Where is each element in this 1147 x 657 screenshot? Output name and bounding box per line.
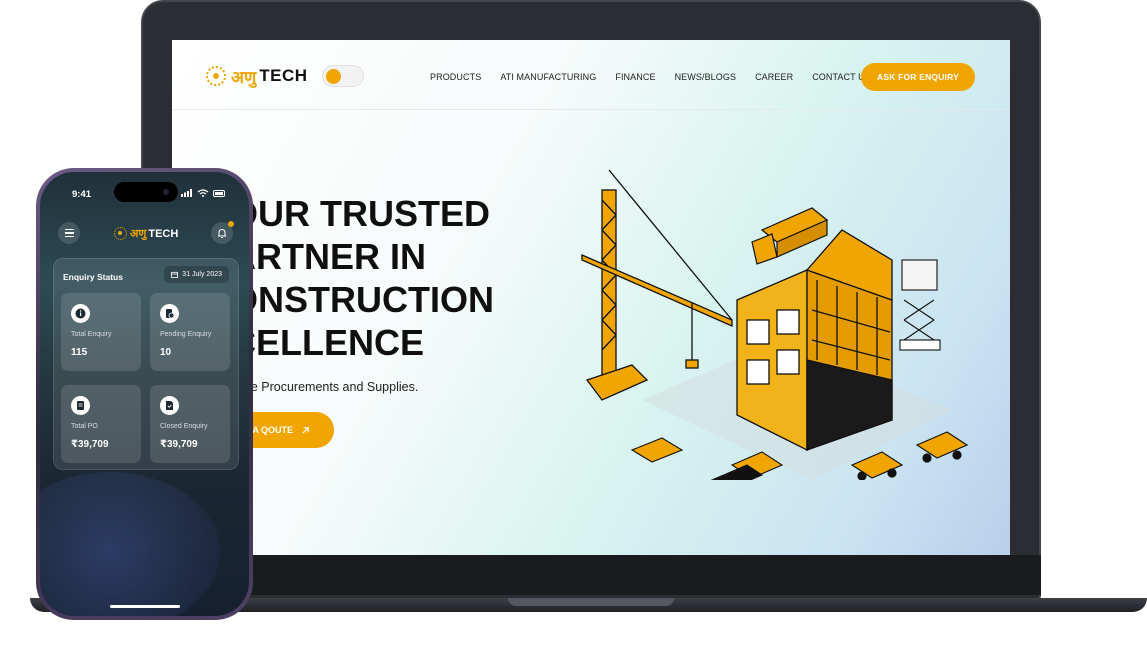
file-check-icon bbox=[160, 396, 179, 415]
home-indicator[interactable] bbox=[110, 605, 180, 608]
hero-subtitle: cture Procurements and Supplies. bbox=[230, 380, 419, 394]
hero-title: OUR TRUSTED ARTNER IN ONSTRUCTION CELLEN… bbox=[230, 192, 530, 364]
signal-icon bbox=[181, 189, 192, 197]
bell-icon bbox=[218, 228, 226, 238]
phone-frame: 9:41 अणु TECH Enquiry Status 31 July 202… bbox=[36, 168, 253, 620]
panel-title: Enquiry Status bbox=[63, 272, 123, 282]
stat-value: 115 bbox=[71, 347, 88, 358]
stat-label: Total Enquiry bbox=[71, 331, 112, 338]
wifi-icon bbox=[197, 189, 209, 197]
stat-card-total-po[interactable]: Total PO ₹39,709 bbox=[61, 385, 141, 463]
dynamic-island bbox=[114, 182, 178, 202]
enquiry-status-panel: Enquiry Status 31 July 2023 Total Enquir… bbox=[53, 258, 239, 470]
nav-link-finance[interactable]: FINANCE bbox=[615, 72, 655, 82]
hero-title-line: CELLENCE bbox=[230, 322, 425, 363]
phone-screen: 9:41 अणु TECH Enquiry Status 31 July 202… bbox=[40, 172, 249, 616]
hero-title-line: OUR TRUSTED bbox=[230, 193, 490, 234]
site-logo[interactable]: अणु TECH bbox=[206, 63, 308, 89]
atom-logo-icon bbox=[114, 227, 127, 240]
sun-icon bbox=[326, 69, 341, 84]
app-logo: अणु TECH bbox=[114, 226, 178, 241]
arrow-up-right-icon bbox=[302, 426, 309, 434]
logo-tech-text: TECH bbox=[259, 66, 308, 85]
app-logo-tech: TECH bbox=[148, 227, 179, 240]
date-label: 31 July 2023 bbox=[182, 271, 222, 278]
laptop-chin bbox=[141, 555, 1041, 595]
hero-title-line: ONSTRUCTION bbox=[230, 279, 494, 320]
app-header: अणु TECH bbox=[40, 220, 249, 248]
hero-title-line: ARTNER IN bbox=[230, 236, 426, 277]
stat-value: ₹39,709 bbox=[160, 439, 198, 450]
stat-value: ₹39,709 bbox=[71, 439, 109, 450]
atom-logo-icon bbox=[206, 66, 226, 86]
app-logo-hindi: अणु bbox=[130, 228, 147, 240]
nav-link-ati-manufacturing[interactable]: ATI MANUFACTURING bbox=[500, 72, 596, 82]
ask-for-enquiry-button[interactable]: ASK FOR ENQUIRY bbox=[861, 63, 975, 91]
construction-illustration bbox=[581, 169, 969, 480]
status-icons bbox=[181, 189, 225, 197]
logo-hindi-text: अणु bbox=[231, 67, 257, 87]
nav-links: PRODUCTS ATI MANUFACTURING FINANCE NEWS/… bbox=[430, 72, 890, 82]
date-selector[interactable]: 31 July 2023 bbox=[164, 266, 229, 283]
stat-card-total-enquiry[interactable]: Total Enquiry 115 bbox=[61, 293, 141, 371]
nav-link-career[interactable]: CAREER bbox=[755, 72, 793, 82]
theme-toggle[interactable] bbox=[322, 65, 364, 87]
nav-link-products[interactable]: PRODUCTS bbox=[430, 72, 481, 82]
stat-label: Pending Enquiry bbox=[160, 331, 212, 338]
get-quote-label: A QOUTE bbox=[252, 425, 293, 435]
pending-icon bbox=[160, 304, 179, 323]
stat-value: 10 bbox=[160, 347, 172, 358]
battery-icon bbox=[213, 189, 225, 197]
calendar-icon bbox=[171, 271, 179, 278]
website-screen: अणु TECH PRODUCTS ATI MANUFACTURING FINA… bbox=[172, 40, 1010, 555]
stat-label: Closed Enquiry bbox=[160, 423, 208, 430]
document-icon bbox=[71, 396, 90, 415]
stat-card-closed-enquiry[interactable]: Closed Enquiry ₹39,709 bbox=[150, 385, 230, 463]
notification-badge bbox=[228, 221, 234, 227]
laptop-notch bbox=[508, 598, 674, 606]
info-icon bbox=[71, 304, 90, 323]
stat-card-pending-enquiry[interactable]: Pending Enquiry 10 bbox=[150, 293, 230, 371]
menu-icon[interactable] bbox=[58, 222, 80, 244]
stat-label: Total PO bbox=[71, 423, 98, 430]
notification-button[interactable] bbox=[211, 221, 234, 244]
background-glow bbox=[40, 472, 220, 616]
status-time: 9:41 bbox=[72, 189, 92, 200]
nav-link-news-blogs[interactable]: NEWS/BLOGS bbox=[675, 72, 737, 82]
site-navbar: अणु TECH PRODUCTS ATI MANUFACTURING FINA… bbox=[172, 40, 1010, 110]
